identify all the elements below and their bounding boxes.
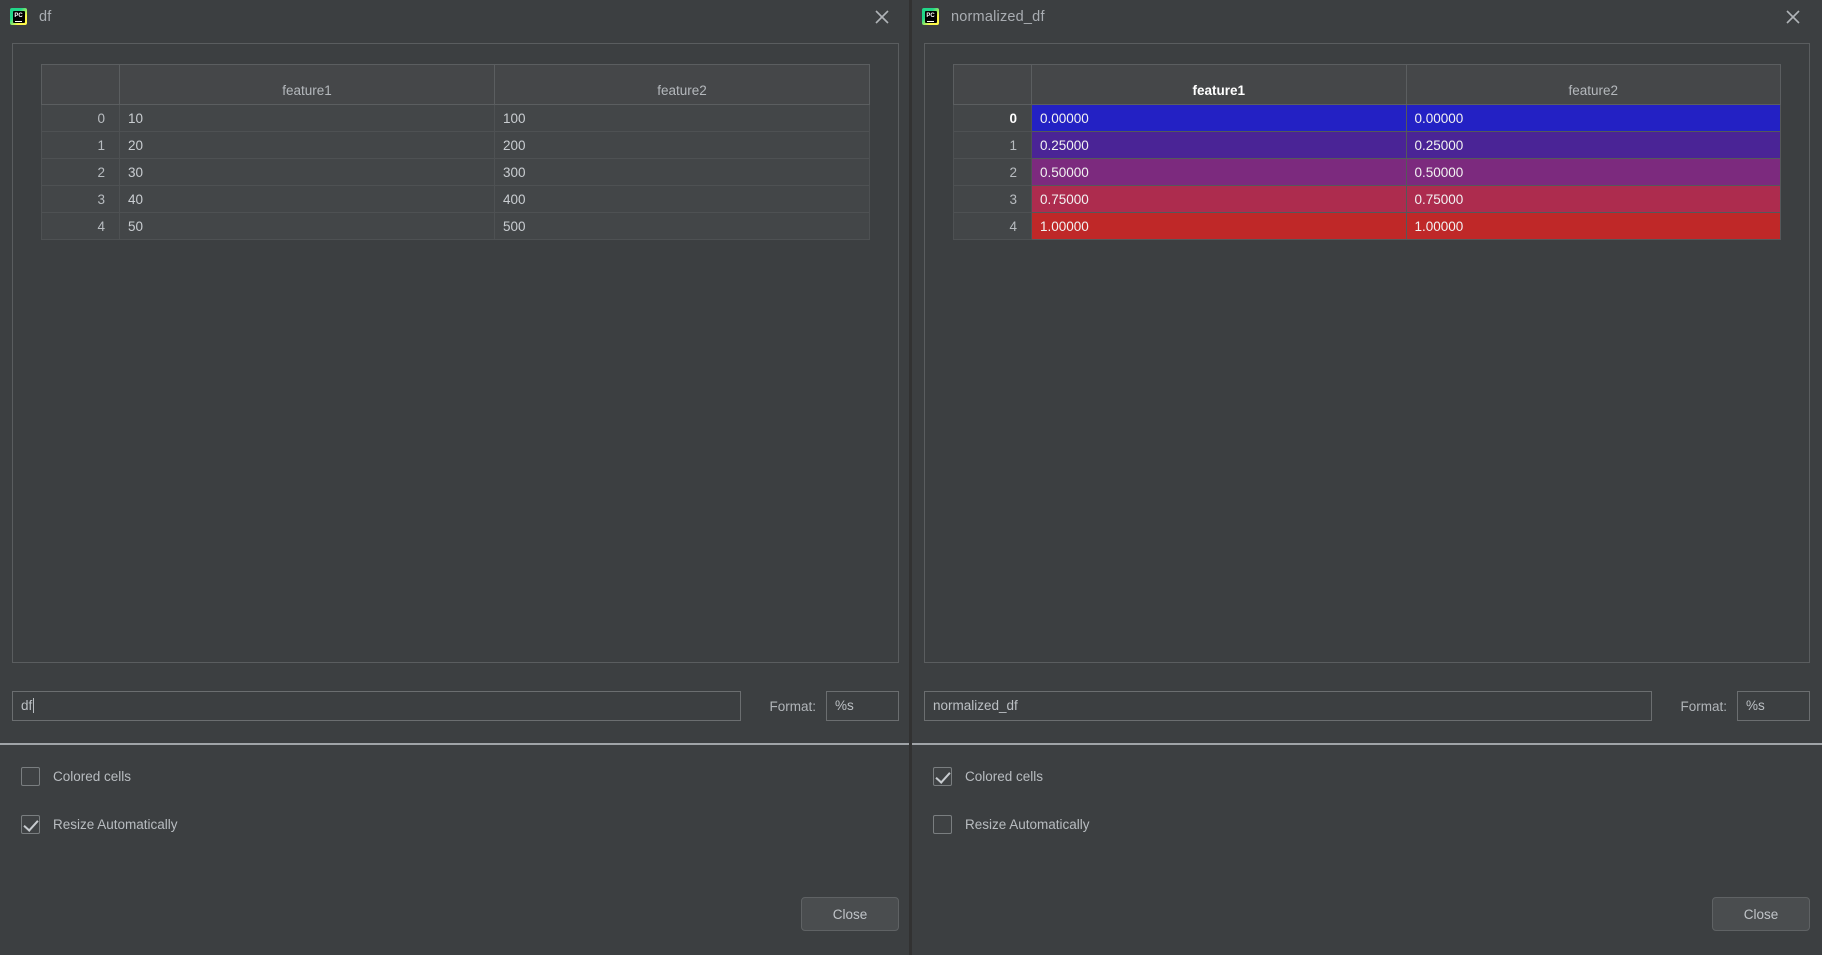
resize-automatically-row-left[interactable]: Resize Automatically xyxy=(12,815,899,834)
panel-divider-left xyxy=(0,743,911,745)
text-caret xyxy=(33,698,35,713)
colored-cells-row-left[interactable]: Colored cells xyxy=(12,767,899,786)
resize-automatically-checkbox-left[interactable] xyxy=(21,815,40,834)
table-row[interactable]: 1 0.25000 0.25000 xyxy=(953,131,1781,159)
close-icon-left[interactable] xyxy=(871,6,893,28)
table-header-row: feature1 feature2 xyxy=(41,64,870,105)
titlebar-left: PC df xyxy=(0,0,911,33)
table-frame-left: feature1 feature2 0 10 100 1 20 200 2 30… xyxy=(12,43,899,663)
table-frame-right: feature1 feature2 0 0.00000 0.00000 1 0.… xyxy=(924,43,1810,663)
column-header-feature2[interactable]: feature2 xyxy=(494,64,870,105)
row-index[interactable]: 2 xyxy=(41,158,120,186)
footer-right: Close xyxy=(924,834,1810,955)
content-left: feature1 feature2 0 10 100 1 20 200 2 30… xyxy=(0,33,911,955)
close-icon-right[interactable] xyxy=(1782,6,1804,28)
table-row[interactable]: 3 40 400 xyxy=(41,185,870,213)
table-row[interactable]: 4 50 500 xyxy=(41,212,870,240)
row-index[interactable]: 0 xyxy=(41,104,120,132)
resize-automatically-label-left: Resize Automatically xyxy=(53,817,178,832)
panel-divider-right xyxy=(912,743,1822,745)
cell-feature2[interactable]: 0.00000 xyxy=(1405,104,1781,132)
resize-automatically-label-right: Resize Automatically xyxy=(965,817,1090,832)
row-index[interactable]: 4 xyxy=(41,212,120,240)
row-index[interactable]: 0 xyxy=(953,104,1032,132)
resize-automatically-row-right[interactable]: Resize Automatically xyxy=(924,815,1810,834)
table-body-right: 0 0.00000 0.00000 1 0.25000 0.25000 2 0.… xyxy=(953,104,1781,240)
row-index[interactable]: 2 xyxy=(953,158,1032,186)
cell-feature2[interactable]: 0.75000 xyxy=(1405,185,1781,213)
row-index[interactable]: 3 xyxy=(41,185,120,213)
dataframe-viewer-window-df: PC df feature1 feature2 0 10 100 1 20 20… xyxy=(0,0,911,955)
expression-row-right: normalized_df Format: %s xyxy=(924,691,1810,721)
dataframe-table-right[interactable]: feature1 feature2 0 0.00000 0.00000 1 0.… xyxy=(953,64,1781,240)
row-index[interactable]: 3 xyxy=(953,185,1032,213)
table-row[interactable]: 2 30 300 xyxy=(41,158,870,186)
column-header-feature1[interactable]: feature1 xyxy=(119,64,495,105)
table-row[interactable]: 1 20 200 xyxy=(41,131,870,159)
colored-cells-label-right: Colored cells xyxy=(965,769,1044,784)
row-index[interactable]: 1 xyxy=(953,131,1032,159)
index-column-header xyxy=(953,64,1032,105)
colored-cells-checkbox-left[interactable] xyxy=(21,767,40,786)
format-input-right[interactable]: %s xyxy=(1737,691,1810,721)
cell-feature1[interactable]: 0.00000 xyxy=(1031,104,1407,132)
cell-feature2[interactable]: 0.50000 xyxy=(1405,158,1781,186)
close-button-right[interactable]: Close xyxy=(1712,897,1810,931)
table-row[interactable]: 3 0.75000 0.75000 xyxy=(953,185,1781,213)
cell-feature2[interactable]: 0.25000 xyxy=(1405,131,1781,159)
index-column-header xyxy=(41,64,120,105)
dataframe-table-left[interactable]: feature1 feature2 0 10 100 1 20 200 2 30… xyxy=(41,64,870,240)
cell-feature1[interactable]: 0.50000 xyxy=(1031,158,1407,186)
cell-feature2[interactable]: 300 xyxy=(494,158,870,186)
cell-feature1[interactable]: 0.25000 xyxy=(1031,131,1407,159)
table-body-left: 0 10 100 1 20 200 2 30 300 3 40 400 4 50… xyxy=(41,104,870,240)
cell-feature2[interactable]: 100 xyxy=(494,104,870,132)
cell-feature1[interactable]: 0.75000 xyxy=(1031,185,1407,213)
row-index[interactable]: 1 xyxy=(41,131,120,159)
format-label-left: Format: xyxy=(769,698,816,714)
content-right: feature1 feature2 0 0.00000 0.00000 1 0.… xyxy=(912,33,1822,955)
titlebar-right: PC normalized_df xyxy=(912,0,1822,33)
column-header-feature2[interactable]: feature2 xyxy=(1405,64,1781,105)
cell-feature1[interactable]: 10 xyxy=(119,104,495,132)
colored-cells-label-left: Colored cells xyxy=(53,769,132,784)
format-input-left[interactable]: %s xyxy=(826,691,899,721)
dataframe-viewer-window-normalized-df: PC normalized_df feature1 feature2 0 0.0… xyxy=(909,0,1822,955)
table-row[interactable]: 0 10 100 xyxy=(41,104,870,132)
column-header-feature1[interactable]: feature1 xyxy=(1031,64,1407,105)
expression-row-left: df Format: %s xyxy=(12,691,899,721)
cell-feature1[interactable]: 20 xyxy=(119,131,495,159)
table-row[interactable]: 4 1.00000 1.00000 xyxy=(953,212,1781,240)
cell-feature1[interactable]: 30 xyxy=(119,158,495,186)
cell-feature2[interactable]: 1.00000 xyxy=(1405,212,1781,240)
window-title-right: normalized_df xyxy=(951,8,1045,25)
cell-feature2[interactable]: 400 xyxy=(494,185,870,213)
colored-cells-row-right[interactable]: Colored cells xyxy=(924,767,1810,786)
expression-input-left[interactable]: df xyxy=(12,691,742,721)
cell-feature2[interactable]: 200 xyxy=(494,131,870,159)
pycharm-icon: PC xyxy=(10,8,27,25)
cell-feature2[interactable]: 500 xyxy=(494,212,870,240)
resize-automatically-checkbox-right[interactable] xyxy=(933,815,952,834)
footer-left: Close xyxy=(12,834,899,955)
table-row[interactable]: 2 0.50000 0.50000 xyxy=(953,158,1781,186)
table-header-row: feature1 feature2 xyxy=(953,64,1781,105)
pycharm-icon: PC xyxy=(922,8,939,25)
screen: PC df feature1 feature2 0 10 100 1 20 20… xyxy=(0,0,1822,955)
table-row[interactable]: 0 0.00000 0.00000 xyxy=(953,104,1781,132)
window-title-left: df xyxy=(39,8,52,25)
format-label-right: Format: xyxy=(1680,698,1727,714)
cell-feature1[interactable]: 1.00000 xyxy=(1031,212,1407,240)
expression-input-right[interactable]: normalized_df xyxy=(924,691,1653,721)
row-index[interactable]: 4 xyxy=(953,212,1032,240)
cell-feature1[interactable]: 50 xyxy=(119,212,495,240)
cell-feature1[interactable]: 40 xyxy=(119,185,495,213)
colored-cells-checkbox-right[interactable] xyxy=(933,767,952,786)
expression-value: df xyxy=(21,698,33,713)
close-button-left[interactable]: Close xyxy=(801,897,899,931)
